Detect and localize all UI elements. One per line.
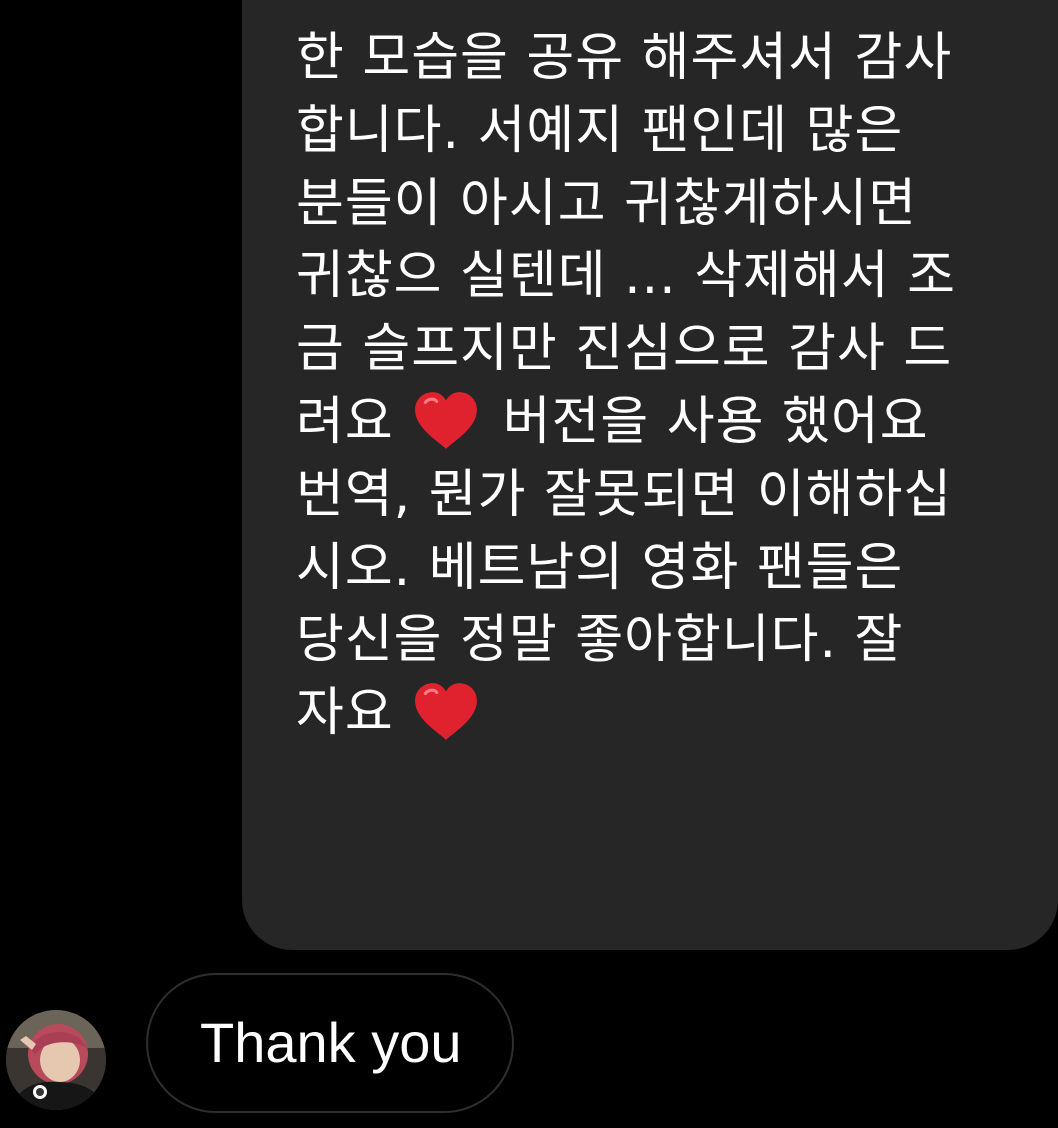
avatar-photo-icon <box>6 1010 106 1110</box>
message-line: 합니다. 서예지 팬인데 많은 <box>296 100 904 161</box>
message-line: 당신을 정말 좋아합니다. 잘 <box>296 610 904 671</box>
received-message-bubble[interactable]: Thank you <box>146 973 514 1113</box>
message-fragment: 버전을 사용 했어요 <box>502 391 929 452</box>
avatar[interactable] <box>6 1010 106 1110</box>
message-fragment: 자요 <box>296 683 394 744</box>
message-line: 시오. 베트남의 영화 팬들은 <box>296 537 904 598</box>
message-line: 번역, 뭔가 잘못되면 이해하십 <box>296 464 953 525</box>
sent-message-text: 한 모습을 공유 해주셔서 감사 합니다. 서예지 팬인데 많은 분들이 아시고… <box>296 22 1036 750</box>
message-line: 금 슬프지만 진심으로 감사 드 <box>296 319 953 380</box>
message-line-with-heart: 자요 <box>296 677 1036 750</box>
heart-emoji-icon <box>415 683 478 741</box>
message-line: 한 모습을 공유 해주셔서 감사 <box>296 28 953 88</box>
message-fragment: 려요 <box>296 391 394 452</box>
message-line-with-heart: 려요 버전을 사용 했어요 <box>296 386 1036 459</box>
received-message-text: Thank you <box>200 1011 462 1074</box>
message-line: 분들이 아시고 귀찮게하시면 <box>296 173 918 234</box>
heart-emoji-icon <box>415 392 478 449</box>
message-line: 귀찮으 실텐데 ... 삭제해서 조 <box>296 246 956 307</box>
